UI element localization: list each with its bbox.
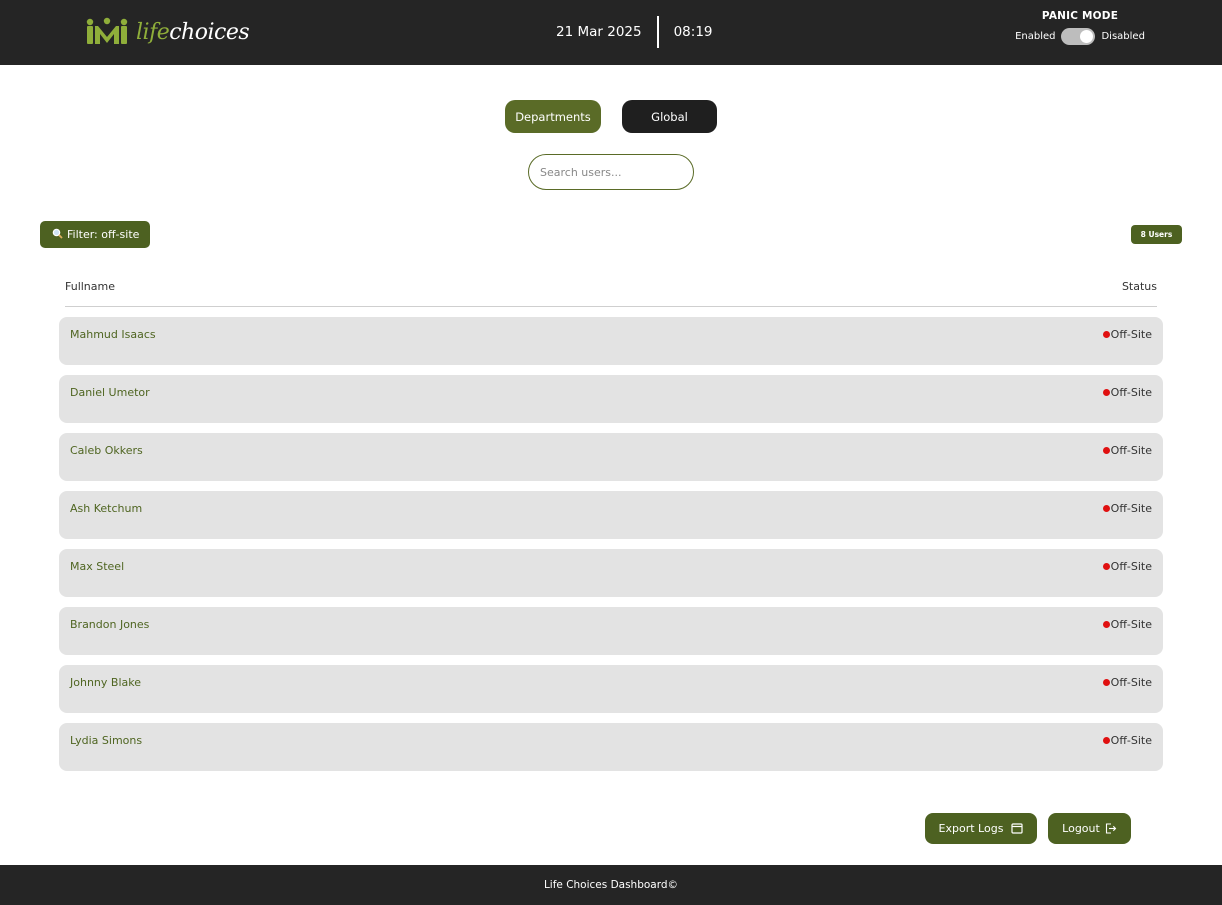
status-text: Off-Site — [1110, 676, 1152, 689]
export-logs-button[interactable]: Export Logs — [925, 813, 1037, 844]
calendar-icon — [1011, 823, 1024, 834]
filter-label: Filter: off-site — [67, 228, 140, 241]
status-dot-icon — [1102, 679, 1110, 686]
status-badge: Off-Site — [1102, 386, 1152, 399]
status-badge: Off-Site — [1102, 444, 1152, 457]
table-row[interactable]: Brandon Jones Off-Site — [59, 607, 1163, 655]
status-badge: Off-Site — [1102, 560, 1152, 573]
table-row[interactable]: Johnny Blake Off-Site — [59, 665, 1163, 713]
panic-mode-panel: PANIC MODE Enabled Disabled — [1010, 10, 1150, 45]
table-row[interactable]: Lydia Simons Off-Site — [59, 723, 1163, 771]
status-dot-icon — [1102, 737, 1110, 744]
tab-global[interactable]: Global — [622, 100, 717, 133]
current-time: 08:19 — [673, 24, 713, 40]
top-header: lifechoices 21 Mar 2025 08:19 PANIC MODE… — [0, 0, 1222, 65]
date-time-display: 21 Mar 2025 08:19 — [556, 16, 713, 48]
status-text: Off-Site — [1110, 328, 1152, 341]
status-text: Off-Site — [1110, 444, 1152, 457]
status-dot-icon — [1102, 621, 1110, 628]
status-text: Off-Site — [1110, 734, 1152, 747]
logo-choices: choices — [169, 19, 250, 45]
status-dot-icon — [1102, 505, 1110, 512]
logo-icon — [86, 17, 128, 44]
footer-text: Life Choices Dashboard© — [543, 879, 679, 891]
column-header-fullname[interactable]: Fullname — [65, 280, 115, 293]
magnifier-icon — [52, 228, 63, 242]
status-dot-icon — [1102, 563, 1110, 570]
panic-enabled-label: Enabled — [1015, 31, 1056, 42]
user-name: Max Steel — [70, 560, 125, 573]
date-time-divider — [656, 16, 659, 48]
status-badge: Off-Site — [1102, 676, 1152, 689]
status-dot-icon — [1102, 389, 1110, 396]
table-row[interactable]: Max Steel Off-Site — [59, 549, 1163, 597]
filter-button[interactable]: Filter: off-site — [40, 221, 150, 248]
logout-icon — [1105, 823, 1117, 834]
current-date: 21 Mar 2025 — [556, 24, 642, 40]
status-dot-icon — [1102, 447, 1110, 454]
column-header-status[interactable]: Status — [1122, 280, 1157, 293]
export-logs-label: Export Logs — [938, 822, 1004, 835]
status-text: Off-Site — [1110, 386, 1152, 399]
status-badge: Off-Site — [1102, 734, 1152, 747]
status-badge: Off-Site — [1102, 328, 1152, 341]
user-name: Caleb Okkers — [70, 444, 143, 457]
logo[interactable]: lifechoices — [84, 14, 250, 50]
table-row[interactable]: Caleb Okkers Off-Site — [59, 433, 1163, 481]
toggle-knob — [1080, 30, 1094, 43]
user-name: Brandon Jones — [70, 618, 150, 631]
logout-label: Logout — [1062, 822, 1100, 835]
user-name: Lydia Simons — [70, 734, 143, 747]
status-text: Off-Site — [1110, 560, 1152, 573]
tab-departments[interactable]: Departments — [505, 100, 601, 133]
table-row[interactable]: Mahmud Isaacs Off-Site — [59, 317, 1163, 365]
panic-disabled-label: Disabled — [1101, 31, 1145, 42]
status-badge: Off-Site — [1102, 502, 1152, 515]
user-name: Johnny Blake — [70, 676, 141, 689]
footer: Life Choices Dashboard© — [0, 865, 1222, 905]
status-dot-icon — [1102, 331, 1110, 338]
status-text: Off-Site — [1110, 618, 1152, 631]
search-input[interactable] — [528, 154, 694, 190]
status-text: Off-Site — [1110, 502, 1152, 515]
user-name: Ash Ketchum — [70, 502, 143, 515]
status-badge: Off-Site — [1102, 618, 1152, 631]
panic-mode-title: PANIC MODE — [1041, 10, 1119, 22]
logo-life: life — [136, 19, 170, 45]
user-count-badge: 8 Users — [1131, 225, 1182, 244]
user-name: Daniel Umetor — [70, 386, 150, 399]
user-name: Mahmud Isaacs — [70, 328, 156, 341]
table-header: Fullname Status — [65, 280, 1157, 307]
panic-mode-toggle[interactable] — [1061, 28, 1096, 45]
logo-text: lifechoices — [136, 19, 250, 45]
table-row[interactable]: Ash Ketchum Off-Site — [59, 491, 1163, 539]
table-row[interactable]: Daniel Umetor Off-Site — [59, 375, 1163, 423]
logout-button[interactable]: Logout — [1048, 813, 1131, 844]
